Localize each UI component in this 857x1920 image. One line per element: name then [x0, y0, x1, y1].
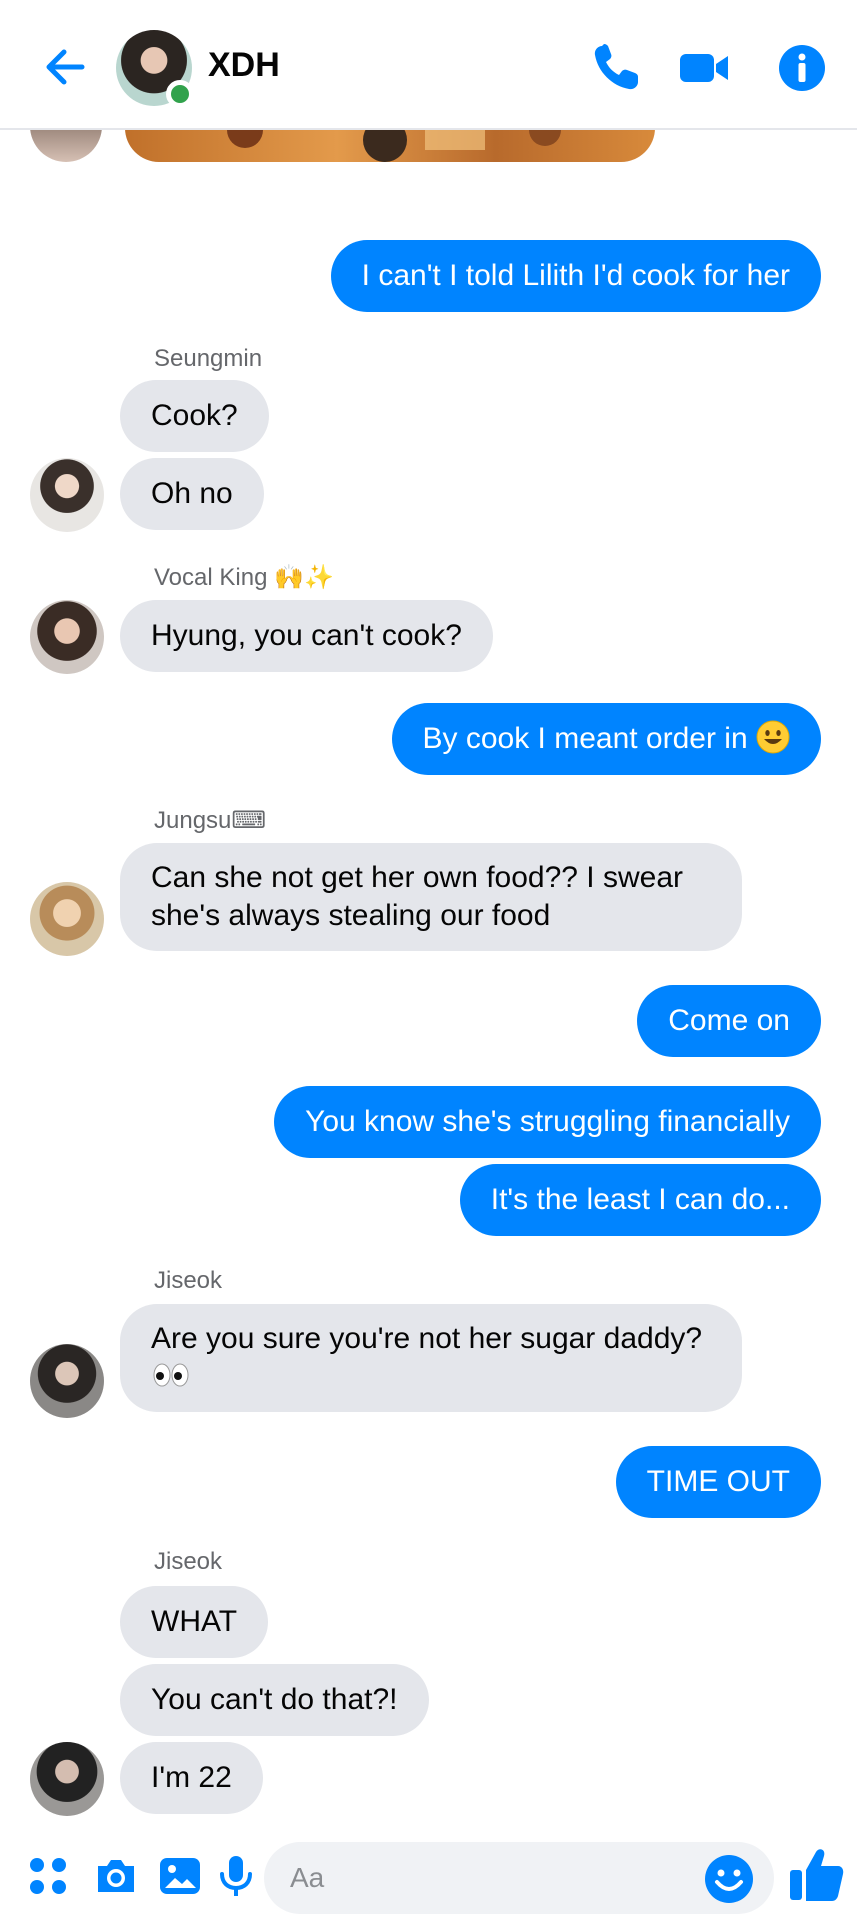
message-text: It's the least I can do...: [490, 1183, 790, 1216]
message-input[interactable]: [290, 1842, 690, 1914]
conversation-title[interactable]: XDH: [208, 46, 280, 85]
avatar[interactable]: [30, 882, 104, 956]
avatar[interactable]: [30, 1742, 104, 1816]
phone-icon[interactable]: [588, 40, 644, 96]
incoming-message[interactable]: WHAT: [120, 1586, 269, 1658]
thumbs-up-icon[interactable]: [786, 1844, 846, 1906]
sender-name: Jiseok: [154, 1548, 223, 1575]
eyes-emoji-icon: [153, 1363, 189, 1387]
outgoing-message[interactable]: Come on: [637, 985, 821, 1057]
message-text: You can't do that?!: [151, 1683, 398, 1716]
message-text: Can she not get her own food?? I swear s…: [151, 861, 684, 932]
avatar[interactable]: [30, 600, 104, 674]
incoming-message[interactable]: Oh no: [120, 458, 264, 530]
video-camera-icon[interactable]: [676, 40, 732, 96]
outgoing-message[interactable]: It's the least I can do...: [459, 1164, 821, 1236]
outgoing-message[interactable]: You know she's struggling financially: [274, 1086, 821, 1158]
message-text: WHAT: [151, 1605, 238, 1638]
smiley-emoji-icon: [756, 720, 790, 754]
message-text: Cook?: [151, 399, 238, 432]
online-status-dot: [166, 80, 194, 108]
incoming-message[interactable]: Are you sure you're not her sugar daddy?: [120, 1304, 742, 1412]
message-text: You know she's struggling financially: [305, 1105, 790, 1138]
apps-grid-icon[interactable]: [24, 1852, 72, 1900]
avatar[interactable]: [30, 1344, 104, 1418]
sender-name: Jiseok: [154, 1267, 223, 1294]
incoming-message[interactable]: Can she not get her own food?? I swear s…: [120, 843, 742, 951]
message-text: I'm 22: [151, 1761, 232, 1794]
conversation-header: XDH: [0, 0, 857, 130]
arrow-left-icon[interactable]: [38, 40, 92, 94]
message-text: Are you sure you're not her sugar daddy?: [151, 1322, 703, 1355]
incoming-message[interactable]: I'm 22: [120, 1742, 263, 1814]
message-text: TIME OUT: [646, 1465, 790, 1498]
sender-name: Jungsu⌨: [154, 807, 267, 834]
info-icon[interactable]: [774, 40, 830, 96]
message-composer: [0, 1830, 857, 1920]
outgoing-message[interactable]: TIME OUT: [615, 1446, 821, 1518]
camera-icon[interactable]: [92, 1852, 140, 1900]
message-text: Oh no: [151, 477, 233, 510]
outgoing-message[interactable]: I can't I told Lilith I'd cook for her: [330, 240, 821, 312]
gallery-icon[interactable]: [156, 1852, 204, 1900]
emoji-icon[interactable]: [702, 1852, 756, 1906]
incoming-message[interactable]: Cook?: [120, 380, 269, 452]
outgoing-message[interactable]: By cook I meant order in: [391, 703, 821, 775]
incoming-message[interactable]: Hyung, you can't cook?: [120, 600, 493, 672]
message-text: Hyung, you can't cook?: [151, 619, 462, 652]
incoming-message[interactable]: You can't do that?!: [120, 1664, 429, 1736]
sender-name: Vocal King 🙌✨: [154, 564, 334, 591]
avatar[interactable]: [30, 458, 104, 532]
microphone-icon[interactable]: [212, 1852, 260, 1900]
message-text: I can't I told Lilith I'd cook for her: [361, 259, 790, 292]
message-text: Come on: [668, 1004, 790, 1037]
message-text: By cook I meant order in: [422, 722, 748, 755]
chat-thread: I can't I told Lilith I'd cook for her S…: [0, 0, 857, 1920]
message-input-container: [264, 1842, 774, 1914]
sender-name: Seungmin: [154, 345, 263, 372]
